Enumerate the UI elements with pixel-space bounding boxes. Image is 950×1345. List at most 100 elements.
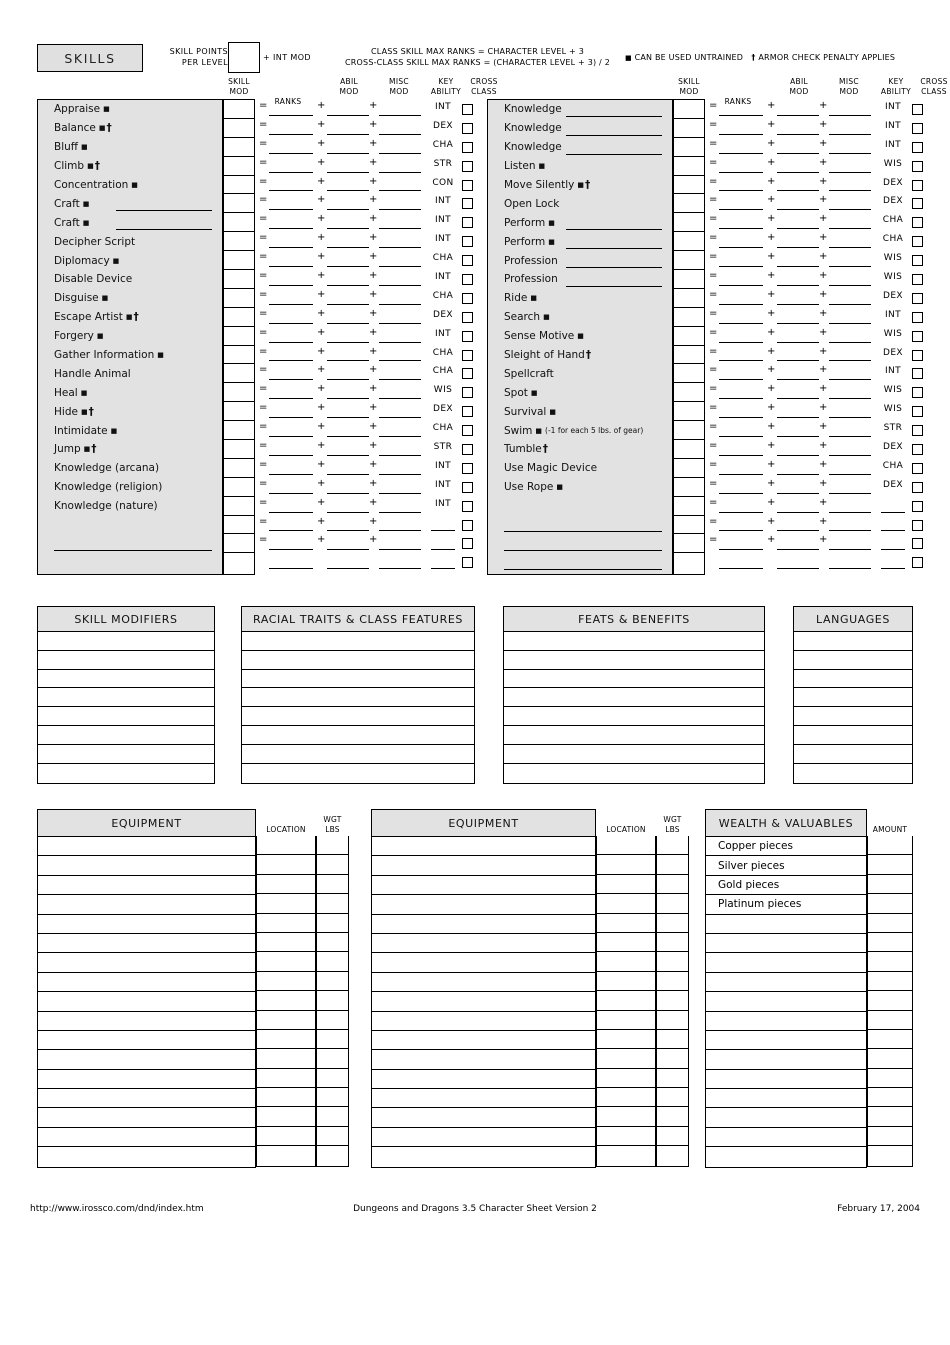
amount-cell[interactable] xyxy=(868,1069,912,1089)
skill-row-move-silently[interactable]: Move Silently ■ † xyxy=(488,176,672,195)
row-silver-pieces[interactable]: Silver pieces xyxy=(706,856,866,876)
ranks-input[interactable] xyxy=(269,171,313,173)
ranks-input[interactable] xyxy=(719,209,763,211)
weight-cell[interactable] xyxy=(657,1069,688,1089)
location-cell[interactable] xyxy=(257,952,315,972)
ranks-input[interactable] xyxy=(719,266,763,268)
skill-row-spellcraft[interactable]: Spellcraft xyxy=(488,364,672,383)
entry-row[interactable] xyxy=(706,992,866,1012)
skill-mod-input[interactable] xyxy=(674,308,704,327)
skill-mod-input[interactable] xyxy=(674,327,704,346)
panel-entry-row[interactable] xyxy=(242,726,474,745)
abil-mod-input[interactable] xyxy=(777,549,819,551)
skill-row-diplomacy[interactable]: Diplomacy ■ xyxy=(38,251,222,270)
ranks-input[interactable] xyxy=(269,284,313,286)
skill-row-open-lock[interactable]: Open Lock xyxy=(488,194,672,213)
cross-class-checkbox[interactable] xyxy=(462,481,473,493)
skill-row-knowledge-nature[interactable]: Knowledge (nature) xyxy=(38,497,222,516)
abil-mod-input[interactable] xyxy=(777,511,819,513)
abil-mod-input[interactable] xyxy=(777,530,819,532)
ranks-input[interactable] xyxy=(719,530,763,532)
ranks-input[interactable] xyxy=(269,530,313,532)
cross-class-checkbox[interactable] xyxy=(912,368,923,380)
panel-entry-row[interactable] xyxy=(38,745,214,764)
skill-row-escape-artist[interactable]: Escape Artist ■ † xyxy=(38,308,222,327)
misc-mod-input[interactable] xyxy=(829,568,871,570)
misc-mod-input[interactable] xyxy=(379,284,421,286)
skill-mod-input[interactable] xyxy=(674,138,704,157)
skill-mod-input[interactable] xyxy=(674,251,704,271)
abil-mod-input[interactable] xyxy=(777,114,819,116)
skill-row-sense-motive[interactable]: Sense Motive ■ xyxy=(488,327,672,346)
ranks-input[interactable] xyxy=(269,492,313,494)
ranks-input[interactable] xyxy=(719,190,763,192)
panel-entry-row[interactable] xyxy=(38,688,214,708)
abil-mod-input[interactable] xyxy=(327,417,369,419)
weight-cell[interactable] xyxy=(657,1088,688,1108)
abil-mod-input[interactable] xyxy=(777,190,819,192)
entry-row[interactable] xyxy=(372,1089,595,1109)
location-cell[interactable] xyxy=(257,914,315,933)
cross-class-checkbox[interactable] xyxy=(462,557,473,569)
skill-row-disable-device[interactable]: Disable Device xyxy=(38,270,222,289)
weight-cell[interactable] xyxy=(657,933,688,953)
cross-class-checkbox[interactable] xyxy=(462,500,473,512)
cross-class-checkbox[interactable] xyxy=(462,444,473,456)
skill-row-swim[interactable]: Swim ■ (-1 for each 5 lbs. of gear) xyxy=(488,421,672,440)
skill-row-use-magic-device[interactable]: Use Magic Device xyxy=(488,459,672,478)
abil-mod-input[interactable] xyxy=(327,322,369,324)
cross-class-checkbox[interactable] xyxy=(462,330,473,342)
abil-mod-input[interactable] xyxy=(777,171,819,173)
ranks-input[interactable] xyxy=(719,398,763,400)
abil-mod-input[interactable] xyxy=(327,398,369,400)
skill-mod-input[interactable] xyxy=(674,553,704,572)
ranks-input[interactable] xyxy=(269,454,313,456)
cross-class-checkbox[interactable] xyxy=(462,255,473,267)
misc-mod-input[interactable] xyxy=(379,266,421,268)
skill-mod-input[interactable] xyxy=(674,100,704,119)
skill-row-craft[interactable]: Craft ■ xyxy=(38,213,222,232)
skill-mod-input[interactable] xyxy=(674,478,704,497)
cross-class-checkbox[interactable] xyxy=(912,557,923,569)
ranks-input[interactable] xyxy=(719,247,763,249)
location-cell[interactable] xyxy=(597,836,655,856)
misc-mod-input[interactable] xyxy=(829,322,871,324)
entry-row[interactable] xyxy=(38,1070,255,1090)
cross-class-checkbox[interactable] xyxy=(912,122,923,134)
skill-row-knowledge[interactable]: Knowledge xyxy=(488,100,672,119)
weight-cell[interactable] xyxy=(317,991,348,1011)
skill-points-per-level-input[interactable] xyxy=(228,42,260,73)
cross-class-checkbox[interactable] xyxy=(462,160,473,172)
skill-mod-input[interactable] xyxy=(224,346,254,365)
location-cell[interactable] xyxy=(597,1146,655,1165)
misc-mod-input[interactable] xyxy=(379,530,421,532)
cross-class-checkbox[interactable] xyxy=(912,179,923,191)
skill-row-survival[interactable]: Survival ■ xyxy=(488,402,672,421)
skill-mod-input[interactable] xyxy=(224,553,254,572)
skill-mod-input[interactable] xyxy=(224,516,254,535)
location-cell[interactable] xyxy=(597,933,655,953)
key-ability-input[interactable] xyxy=(431,549,455,551)
entry-row[interactable] xyxy=(706,1070,866,1090)
ranks-input[interactable] xyxy=(269,266,313,268)
cross-class-checkbox[interactable] xyxy=(462,104,473,115)
cross-class-checkbox[interactable] xyxy=(912,481,923,493)
abil-mod-input[interactable] xyxy=(327,511,369,513)
skill-row-blank[interactable] xyxy=(488,534,672,553)
skill-specialty-write-in[interactable] xyxy=(566,248,662,250)
skill-mod-input[interactable] xyxy=(674,157,704,176)
abil-mod-input[interactable] xyxy=(327,530,369,532)
custom-skill-write-in[interactable] xyxy=(504,550,662,552)
ranks-input[interactable] xyxy=(719,284,763,286)
ranks-input[interactable] xyxy=(269,568,313,570)
ranks-input[interactable] xyxy=(269,209,313,211)
cross-class-checkbox[interactable] xyxy=(912,500,923,512)
location-cell[interactable] xyxy=(257,875,315,895)
abil-mod-input[interactable] xyxy=(327,209,369,211)
cross-class-checkbox[interactable] xyxy=(462,519,473,531)
skill-row-use-rope[interactable]: Use Rope ■ xyxy=(488,478,672,497)
key-ability-input[interactable] xyxy=(431,568,455,570)
misc-mod-input[interactable] xyxy=(829,398,871,400)
entry-row[interactable] xyxy=(38,856,255,876)
skill-row-climb[interactable]: Climb ■ † xyxy=(38,157,222,176)
